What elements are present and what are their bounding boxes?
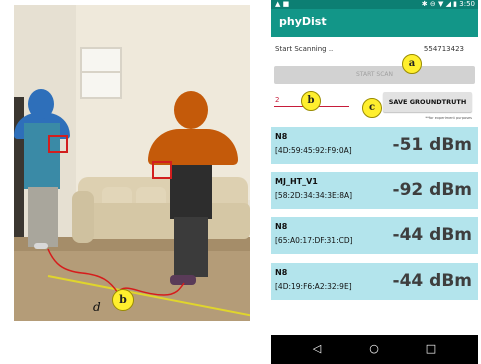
distance-curve [47,248,185,296]
recent-apps-icon[interactable]: □ [423,342,439,356]
device-mac: [65:A0:17:DF:31:CD] [275,236,353,245]
status-bar: ▲ ■ ✱ ⊖ ▼ ◢ ▮ 3:50 [271,0,478,9]
notification-icons: ▲ ■ [275,0,290,8]
marker-a: a [402,54,422,74]
scan-status-label: Start Scanning .. [275,45,334,53]
status-icons: ✱ ⊖ ▼ ◢ ▮ [421,0,458,8]
marker-b: b [301,91,321,111]
app-title: phyDist [279,15,327,28]
distance-bracket [47,248,185,296]
device-mac: [4D:19:F6:A2:32:9E] [275,282,352,291]
marker-c: c [362,98,382,118]
marker-b: b [112,289,134,311]
experiment-photo: b d [14,5,250,321]
app-bar: phyDist [271,9,478,37]
save-groundtruth-button[interactable]: SAVE GROUNDTRUTH [383,92,472,112]
device-rssi: -92 dBm [392,180,472,200]
app-content: Start Scanning .. 554713423 START SCAN S… [271,37,478,335]
device-rssi: -44 dBm [392,271,472,291]
distance-label: d [93,300,101,314]
device-name: N8 [275,132,288,141]
scan-timestamp: 554713423 [423,45,464,53]
start-scan-button[interactable]: START SCAN [274,66,475,84]
status-right: ✱ ⊖ ▼ ◢ ▮ 3:50 [422,0,475,9]
device-rssi: -44 dBm [392,225,472,245]
device-rssi: -51 dBm [392,135,472,155]
device-mac: [58:2D:34:34:3E:8A] [275,191,353,200]
home-icon[interactable]: ○ [366,342,382,356]
device-name: N8 [275,268,288,277]
device-name: MJ_HT_V1 [275,177,318,186]
figure: b d ▲ ■ ✱ ⊖ ▼ ◢ ▮ 3:50 phyDist Start Sca… [0,0,481,364]
device-name: N8 [275,222,288,231]
experiment-note: **for experiment purposes [425,116,472,120]
device-row[interactable]: N8 [4D:19:F6:A2:32:9E] -44 dBm [271,263,478,300]
status-time: 3:50 [459,0,475,8]
navigation-bar: ◁ ○ □ [271,335,478,364]
device-row[interactable]: MJ_HT_V1 [58:2D:34:34:3E:8A] -92 dBm [271,172,478,209]
back-icon[interactable]: ◁ [309,342,325,356]
device-row[interactable]: N8 [65:A0:17:DF:31:CD] -44 dBm [271,217,478,254]
device-row[interactable]: N8 [4D:59:45:92:F9:0A] -51 dBm [271,127,478,164]
phone-screen: ▲ ■ ✱ ⊖ ▼ ◢ ▮ 3:50 phyDist Start Scannin… [271,0,478,364]
device-mac: [4D:59:45:92:F9:0A] [275,146,352,155]
